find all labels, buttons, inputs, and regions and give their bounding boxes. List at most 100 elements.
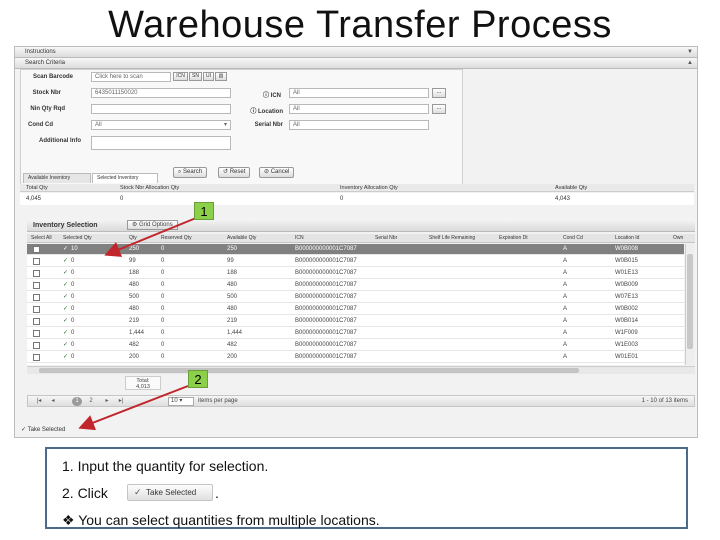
search-criteria-bar[interactable]: Search Criteria ▲ (15, 58, 697, 69)
icn-browse-button[interactable]: ... (432, 88, 446, 98)
location-input[interactable]: All (289, 104, 429, 114)
tab-selected-inventory[interactable]: Selected Inventory (92, 173, 158, 183)
edit-pencil-icon[interactable]: ✓ (63, 293, 68, 300)
check-icon: ✓ (134, 487, 142, 497)
selected-qty-cell[interactable]: 0 (71, 342, 74, 348)
edit-pencil-icon[interactable]: ✓ (63, 305, 68, 312)
qty-cell: 99 (129, 258, 136, 264)
row-checkbox[interactable] (33, 282, 40, 289)
col-available-qty[interactable]: Available Qty (227, 235, 256, 241)
table-row[interactable]: ✓ 0 188 0 188 B000000000001C7087 A W01E1… (27, 268, 684, 279)
selected-qty-cell[interactable]: 0 (71, 294, 74, 300)
available-qty-cell: 480 (227, 282, 238, 288)
row-checkbox[interactable] (33, 318, 40, 325)
scan-ui-toggle[interactable]: UI (203, 72, 214, 81)
table-row[interactable]: ✓ 0 219 0 219 B000000000001C7087 A W0B01… (27, 316, 684, 327)
col-location-id[interactable]: Location Id (615, 235, 639, 241)
reserved-qty-cell: 0 (161, 306, 165, 312)
last-page-icon[interactable]: ▸| (116, 397, 126, 406)
selected-qty-cell[interactable]: 0 (71, 258, 74, 264)
edit-pencil-icon[interactable]: ✓ (63, 353, 68, 360)
instructions-label: Instructions (25, 49, 56, 55)
selected-qty-cell[interactable]: 10 (71, 246, 78, 252)
col-select-all[interactable]: Select All (31, 235, 52, 241)
serial-nbr-input[interactable]: All (289, 120, 429, 130)
table-row[interactable]: ✓ 0 500 0 500 B000000000001C7087 A W07E1… (27, 292, 684, 303)
qty-cell: 1,444 (129, 330, 145, 336)
reset-button[interactable]: ↺ Reset (218, 167, 251, 178)
selected-qty-cell[interactable]: 0 (71, 318, 74, 324)
chevron-down-icon[interactable]: ▾ (224, 121, 227, 129)
table-row[interactable]: ✓ 0 99 0 99 B000000000001C7087 A W0B015 (27, 256, 684, 267)
selected-qty-cell[interactable]: 0 (71, 282, 74, 288)
table-row[interactable]: ✓ 0 480 0 480 B000000000001C7087 A W0B00… (27, 304, 684, 315)
grid-options-button[interactable]: ⚙ Grid Options (127, 220, 178, 230)
col-own[interactable]: Own (673, 235, 683, 241)
row-checkbox[interactable] (33, 306, 40, 313)
scrollbar-thumb[interactable] (39, 368, 579, 373)
take-selected-button[interactable]: ✓ Take Selected (127, 484, 213, 501)
col-expiration-dt[interactable]: Expiration Dt (499, 235, 528, 241)
selected-qty-cell[interactable]: 0 (71, 330, 74, 336)
row-checkbox[interactable] (33, 330, 40, 337)
col-shelf-life[interactable]: Shelf Life Remaining (429, 235, 475, 241)
col-icn[interactable]: ICN (295, 235, 304, 241)
barcode-icon[interactable]: ▥ (215, 72, 227, 81)
table-row[interactable]: ✓ 0 1,444 0 1,444 B000000000001C7087 A W… (27, 328, 684, 339)
row-checkbox[interactable] (33, 246, 40, 253)
additional-info-input[interactable] (91, 136, 231, 150)
prev-page-icon[interactable]: ◂ (48, 397, 58, 406)
table-row[interactable]: ✓ 10 250 0 250 B000000000001C7087 A W0B0… (27, 244, 684, 255)
page-1-button[interactable]: 1 (72, 397, 82, 406)
col-reserved-qty[interactable]: Reserved Qty (161, 235, 192, 241)
vertical-scrollbar[interactable] (685, 244, 694, 365)
scan-barcode-input[interactable]: Click here to scan (91, 72, 171, 82)
table-row[interactable]: ✓ 0 480 0 480 B000000000001C7087 A W0B00… (27, 280, 684, 291)
search-button[interactable]: ⌕ Search (173, 167, 208, 178)
row-checkbox[interactable] (33, 342, 40, 349)
edit-pencil-icon[interactable]: ✓ (63, 341, 68, 348)
instructions-bar[interactable]: Instructions ▼ (15, 47, 697, 58)
selected-qty-cell[interactable]: 0 (71, 270, 74, 276)
stock-nbr-input[interactable]: 6435011150020 (91, 88, 231, 98)
row-checkbox[interactable] (33, 294, 40, 301)
location-cell: W0B014 (615, 318, 639, 324)
col-selected-qty[interactable]: Selected Qty (63, 235, 92, 241)
chevron-up-icon[interactable]: ▲ (687, 58, 693, 69)
horizontal-scrollbar[interactable] (27, 366, 695, 374)
edit-pencil-icon[interactable]: ✓ (63, 281, 68, 288)
scrollbar-thumb[interactable] (687, 254, 693, 349)
chevron-down-icon[interactable]: ▼ (687, 47, 693, 58)
icn-label: ⓘ ICN (262, 93, 281, 99)
cond-cd-select[interactable]: All ▾ (91, 120, 231, 130)
cancel-button[interactable]: ⊘ Cancel (259, 167, 295, 178)
reserved-qty-cell: 0 (161, 282, 165, 288)
table-row[interactable]: ✓ 0 200 0 200 B000000000001C7087 A W01E0… (27, 352, 684, 363)
row-checkbox[interactable] (33, 354, 40, 361)
scan-icn-toggle[interactable]: ICN (173, 72, 188, 81)
first-page-icon[interactable]: |◂ (34, 397, 44, 406)
take-selected-link[interactable]: ✓ Take Selected (21, 426, 65, 433)
location-browse-button[interactable]: ... (432, 104, 446, 114)
nin-qty-rqd-input[interactable] (91, 104, 231, 114)
per-page-select[interactable]: 10 ▾ (168, 397, 194, 406)
selected-qty-cell[interactable]: 0 (71, 306, 74, 312)
col-serial-nbr[interactable]: Serial Nbr (375, 235, 397, 241)
stock-nbr-allocation-value: 0 (120, 196, 124, 202)
page-2-button[interactable]: 2 (86, 397, 96, 406)
row-checkbox[interactable] (33, 270, 40, 277)
icn-input[interactable]: All (289, 88, 429, 98)
col-cond-cd[interactable]: Cond Cd (563, 235, 583, 241)
edit-pencil-icon[interactable]: ✓ (63, 329, 68, 336)
row-checkbox[interactable] (33, 258, 40, 265)
col-qty[interactable]: Qty (129, 235, 137, 241)
table-row[interactable]: ✓ 0 482 0 482 B000000000001C7087 A W1E00… (27, 340, 684, 351)
selected-qty-cell[interactable]: 0 (71, 354, 74, 360)
edit-pencil-icon[interactable]: ✓ (63, 317, 68, 324)
tab-available-inventory[interactable]: Available Inventory (23, 173, 91, 183)
edit-pencil-icon[interactable]: ✓ (63, 269, 68, 276)
edit-pencil-icon[interactable]: ✓ (63, 257, 68, 264)
edit-pencil-icon[interactable]: ✓ (63, 245, 68, 252)
scan-sn-toggle[interactable]: SN (189, 72, 202, 81)
next-page-icon[interactable]: ▸ (102, 397, 112, 406)
